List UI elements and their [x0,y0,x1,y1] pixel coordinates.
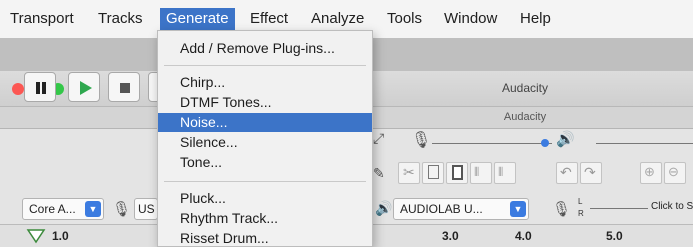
paste-icon [452,165,463,180]
silence-button[interactable]: ⦀ [494,162,516,184]
chevron-down-icon: ▼ [510,201,526,217]
cut-button[interactable]: ✂ [398,162,420,184]
zoom-in-button[interactable]: ⊕ [640,162,662,184]
silence-icon: ⦀ [498,165,504,179]
generate-menu: Add / Remove Plug-ins... Chirp... DTMF T… [157,30,373,247]
input-meter[interactable] [590,208,648,209]
cursor-tool-icon[interactable]: ⤢ [373,130,384,147]
menu-item-dtmf-tones[interactable]: DTMF Tones... [158,93,372,112]
stop-icon [120,83,130,93]
menu-effect[interactable]: Effect [244,8,294,30]
menu-item-chirp[interactable]: Chirp... [158,73,372,92]
speaker-icon: 🔊 [375,200,393,216]
timeline-tick: 1.0 [52,229,69,243]
close-window-button[interactable] [12,83,24,95]
menu-item-noise[interactable]: Noise... [158,113,372,132]
speaker-icon: 🔊 [556,131,575,148]
undo-button[interactable]: ↶ [556,162,578,184]
playback-meter[interactable] [596,143,693,144]
channel-left-label: L [578,197,583,206]
recording-device-value: US [138,202,155,216]
click-to-start-label[interactable]: Click to Start [651,201,693,212]
copy-icon [428,165,439,179]
record-meter[interactable] [432,143,552,144]
play-button[interactable] [68,72,100,102]
paste-button[interactable] [446,162,468,184]
menu-item-rhythm-track[interactable]: Rhythm Track... [158,209,372,228]
scissors-icon: ✂ [403,164,415,180]
menu-separator [164,181,366,182]
undo-icon: ↶ [560,164,572,180]
menu-tracks[interactable]: Tracks [92,8,148,30]
menu-help[interactable]: Help [514,8,557,30]
zoom-in-icon: ⊕ [644,164,655,179]
menu-transport[interactable]: Transport [4,8,80,30]
audio-host-select[interactable]: Core A... ▼ [22,198,104,220]
zoom-out-button[interactable]: ⊖ [664,162,686,184]
timeline-tick: 4.0 [515,229,532,243]
play-icon [80,81,92,95]
timeline-tick: 5.0 [606,229,623,243]
playback-device-value: AUDIOLAB U... [400,202,483,216]
copy-button[interactable] [422,162,444,184]
zoom-out-icon: ⊖ [668,164,679,179]
window-tab-title: Audacity [503,111,547,123]
chevron-down-icon: ▼ [85,201,101,217]
menu-item-add-remove-plugins[interactable]: Add / Remove Plug-ins... [158,39,372,58]
recording-device-select[interactable]: US [134,198,158,220]
pause-icon [36,82,46,94]
mic-icon: 🎙 [112,201,132,218]
menu-analyze[interactable]: Analyze [305,8,370,30]
draw-tool-icon[interactable]: ✎ [373,165,385,182]
pause-button[interactable] [24,72,56,102]
redo-button[interactable]: ↷ [580,162,602,184]
trim-icon: ⦀ [474,165,480,179]
record-meter-knob[interactable] [541,139,549,147]
mic-icon: 🎙 [552,201,572,218]
menu-item-pluck[interactable]: Pluck... [158,189,372,208]
menu-tools[interactable]: Tools [381,8,428,30]
stop-button[interactable] [108,72,140,102]
triangle-down-icon [26,229,46,244]
menu-separator [164,65,366,66]
menu-item-tone[interactable]: Tone... [158,153,372,172]
trim-button[interactable]: ⦀ [470,162,492,184]
menu-generate[interactable]: Generate [160,8,235,30]
menu-item-risset-drum[interactable]: Risset Drum... [158,229,372,246]
channel-right-label: R [578,209,584,218]
playback-device-select[interactable]: AUDIOLAB U... ▼ [393,198,529,220]
timeline-tick: 3.0 [442,229,459,243]
audio-host-value: Core A... [29,202,76,216]
mic-icon: 🎙 [411,132,432,149]
window-title: Audacity [501,81,549,95]
redo-icon: ↷ [584,164,596,180]
menu-item-silence[interactable]: Silence... [158,133,372,152]
menu-window[interactable]: Window [438,8,503,30]
